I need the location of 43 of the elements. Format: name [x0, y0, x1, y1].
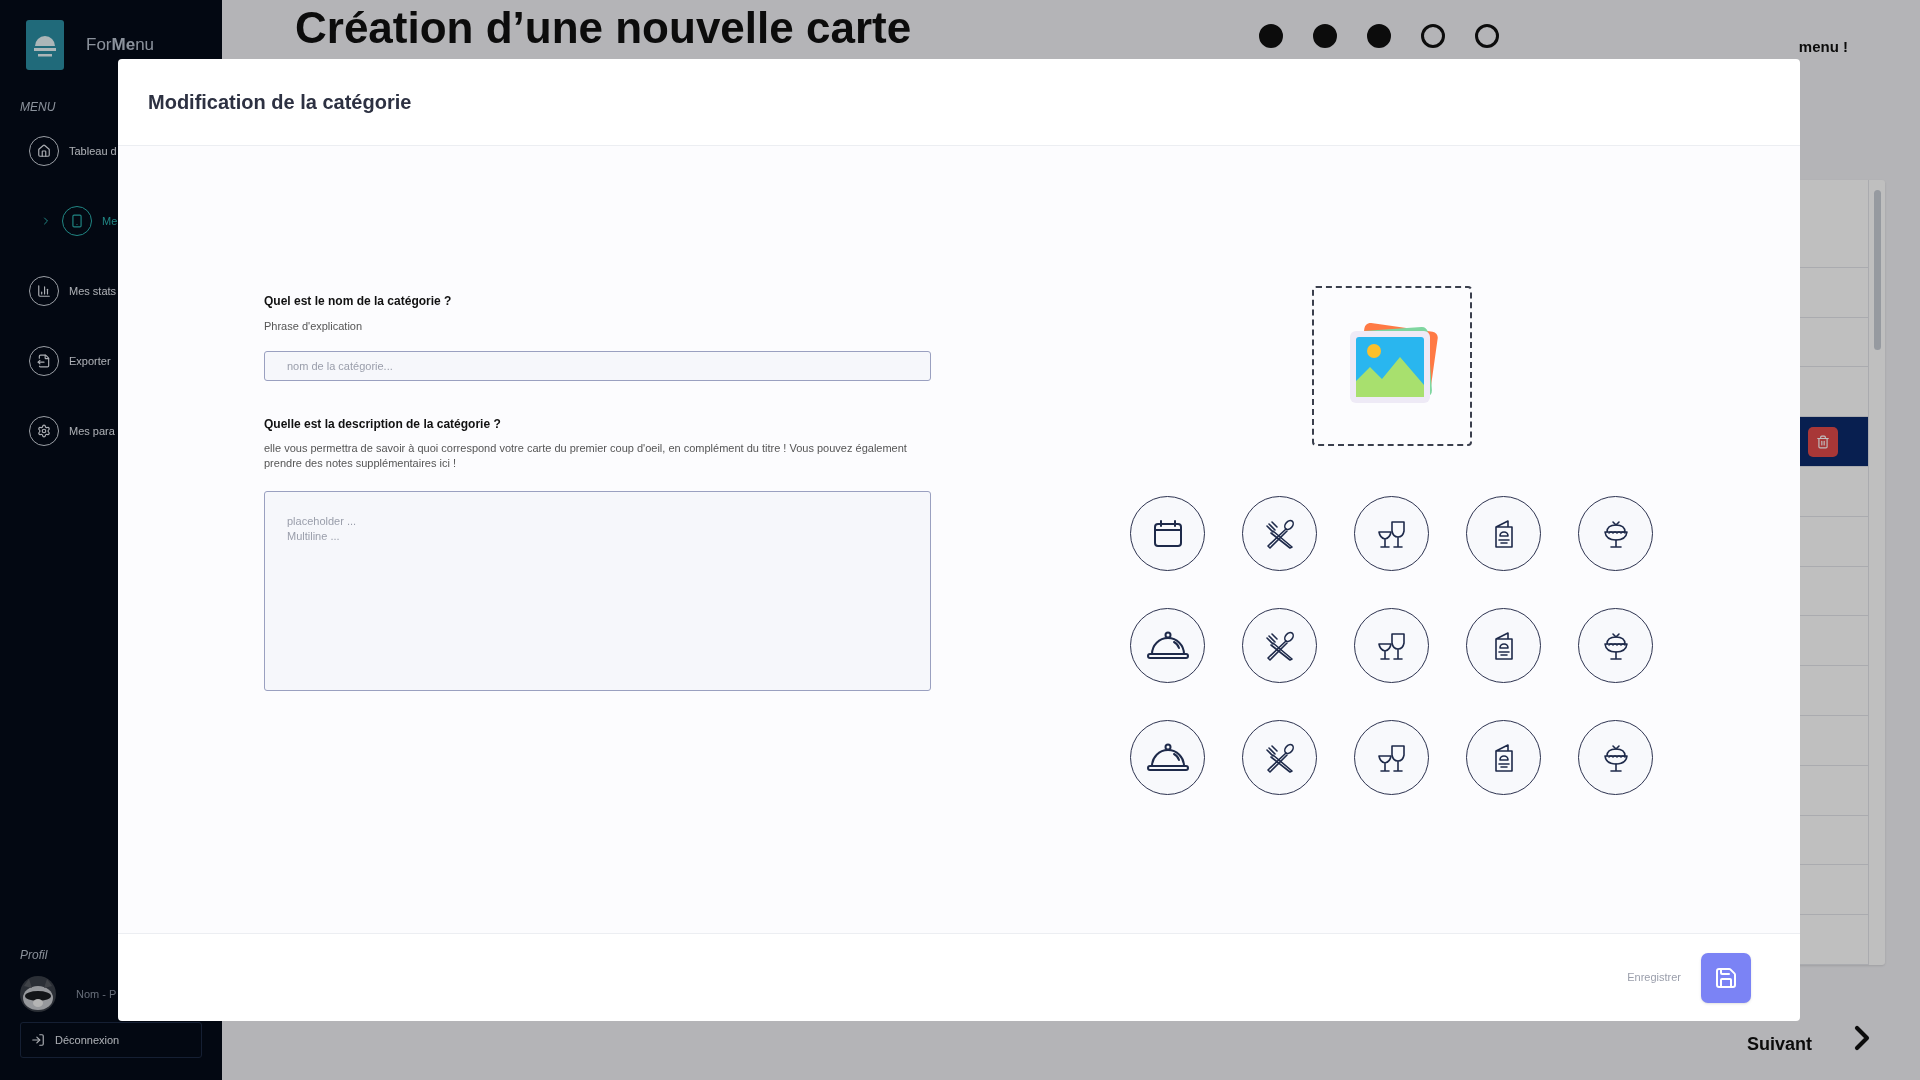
- cloche-icon: [1145, 742, 1190, 773]
- ice-cream-icon: [1602, 630, 1629, 661]
- category-description-field[interactable]: placeholder ... Multiline ...: [264, 490, 931, 691]
- nav-item[interactable]: Exporter: [0, 346, 222, 376]
- nav-item[interactable]: Me: [0, 206, 222, 236]
- ice-cream-icon: [1602, 742, 1629, 773]
- page-title: Création d’une nouvelle carte: [295, 2, 912, 54]
- field-label: Quelle est la description de la catégorie ?: [264, 415, 502, 433]
- fork-spoon-icon: [1264, 742, 1295, 773]
- wine-glasses-icon: [1376, 742, 1407, 773]
- delete-button[interactable]: [1808, 426, 1838, 457]
- menu-card-icon: [1492, 518, 1515, 549]
- next-label[interactable]: Suivant: [1747, 1031, 1812, 1058]
- profile-label: Profil: [19, 947, 49, 964]
- image-drop-zone[interactable]: [1311, 286, 1472, 446]
- nav-item[interactable]: Mes stats: [0, 276, 222, 306]
- field-hint: Phrase d'explication: [264, 319, 364, 334]
- wine-glasses-icon: [1376, 630, 1407, 661]
- logout-button[interactable]: Déconnexion: [20, 1022, 202, 1058]
- menu-card-icon: [1492, 742, 1515, 773]
- save-button[interactable]: [1701, 952, 1751, 1003]
- calendar-icon: [1152, 519, 1183, 548]
- save-label: Enregistrer: [1627, 970, 1681, 986]
- category-name-field[interactable]: nom de la catégorie...: [264, 350, 931, 381]
- scrollbar-thumb[interactable]: [1873, 190, 1881, 350]
- user-name: Nom - P: [76, 986, 117, 1002]
- fork-spoon-icon: [1264, 518, 1295, 549]
- field-label: Quel est le nom de la catégorie ?: [264, 293, 453, 310]
- step-text: menu !: [1798, 37, 1848, 57]
- nav-item[interactable]: Mes para: [0, 416, 222, 446]
- logo-icon: [26, 20, 64, 70]
- modal-title: Modification de la catégorie: [148, 90, 412, 115]
- ice-cream-icon: [1602, 518, 1629, 549]
- wine-glasses-icon: [1376, 518, 1407, 549]
- trash-icon: [1816, 434, 1830, 449]
- field-hint: elle vous permettra de savoir à quoi correspond votre carte du premier coup d'oeil, en complément du titre ! Vous pouvez également prendre des notes supplémentaires ici !: [264, 440, 908, 471]
- menu-card-icon: [1492, 630, 1515, 661]
- nav-item[interactable]: Tableau d: [0, 136, 222, 166]
- logout-icon: [31, 1033, 45, 1047]
- save-icon: [1714, 965, 1738, 990]
- fork-spoon-icon: [1264, 630, 1295, 661]
- cloche-icon: [1145, 630, 1190, 661]
- logo-text: ForMenu: [86, 34, 155, 57]
